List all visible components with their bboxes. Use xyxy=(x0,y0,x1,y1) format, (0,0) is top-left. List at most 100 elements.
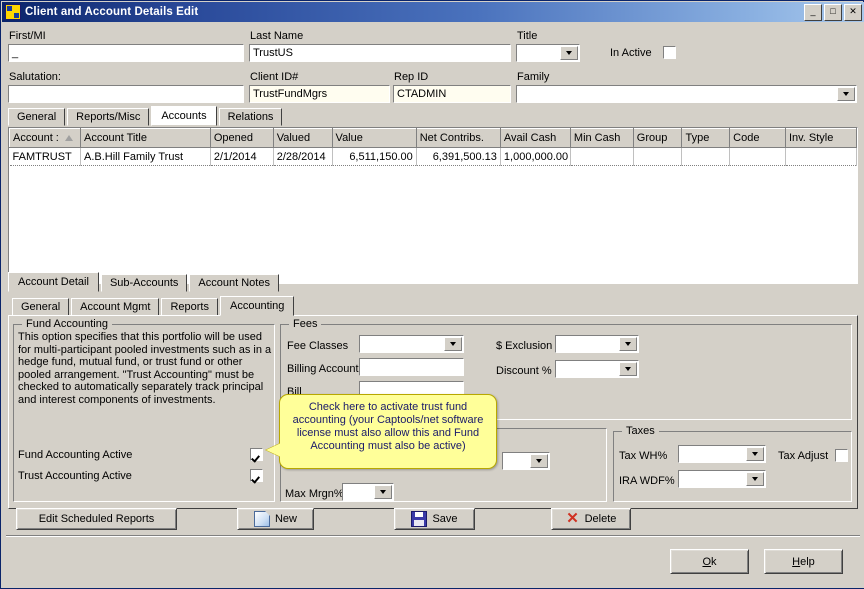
column-header-account-title[interactable]: Account Title xyxy=(81,129,211,148)
sub-tab-general[interactable]: General xyxy=(12,298,69,316)
sub-tab-reports[interactable]: Reports xyxy=(161,298,218,316)
dollar-exclusion-combobox[interactable] xyxy=(555,335,639,353)
column-label: Account : xyxy=(13,132,59,144)
tab-label: Reports xyxy=(170,301,209,313)
discount-pct-combobox[interactable] xyxy=(555,360,639,378)
chevron-down-icon[interactable] xyxy=(746,447,764,461)
sub-tabstrip: General Account Mgmt Reports Accounting xyxy=(12,296,296,316)
tab-label: General xyxy=(21,301,60,313)
edit-scheduled-reports-label: Edit Scheduled Reports xyxy=(39,513,155,525)
title-combobox-value xyxy=(517,45,559,61)
tab-accounts[interactable]: Accounts xyxy=(151,106,216,126)
cell-avail-cash: 1,000,000.00 xyxy=(500,148,570,166)
tax-adjust-checkbox[interactable] xyxy=(835,449,848,462)
column-header-value[interactable]: Value xyxy=(332,129,416,148)
tab-label: Accounts xyxy=(161,110,206,122)
fee-classes-combobox[interactable] xyxy=(359,335,464,353)
taxes-group: Taxes xyxy=(613,431,852,502)
client-area: First/MI _ Salutation: Last Name TrustUS… xyxy=(2,22,864,588)
help-button[interactable]: Help xyxy=(764,549,843,574)
fee-classes-value xyxy=(360,336,443,352)
title-label: Title xyxy=(517,30,537,42)
detail-tabstrip: Account Detail Sub-Accounts Account Note… xyxy=(8,272,281,292)
application-window-root: Client and Account Details Edit _ □ ✕ Fi… xyxy=(0,0,864,589)
max-mrgn-value xyxy=(343,484,373,500)
cell-net-contribs: 6,391,500.13 xyxy=(416,148,500,166)
close-button[interactable]: ✕ xyxy=(844,4,862,21)
billing-account-label: Billing Account xyxy=(287,363,359,375)
chevron-down-icon[interactable] xyxy=(374,485,392,499)
cell-group xyxy=(633,148,682,166)
column-header-group[interactable]: Group xyxy=(633,129,682,148)
in-active-label: In Active xyxy=(610,47,652,59)
tab-account-detail[interactable]: Account Detail xyxy=(8,272,99,292)
chevron-down-icon[interactable] xyxy=(444,337,462,351)
tooltip-pointer-icon xyxy=(266,443,281,457)
column-header-account[interactable]: Account : xyxy=(10,129,81,148)
rep-id-input[interactable]: CTADMIN xyxy=(393,85,511,103)
in-active-checkbox[interactable] xyxy=(663,46,676,59)
title-combobox[interactable] xyxy=(516,44,580,62)
cell-inv-style xyxy=(785,148,856,166)
sub-tab-account-mgmt[interactable]: Account Mgmt xyxy=(71,298,159,316)
first-mi-input[interactable]: _ xyxy=(8,44,244,62)
tab-label: Account Detail xyxy=(18,276,89,288)
fund-accounting-active-label: Fund Accounting Active xyxy=(18,449,132,461)
last-name-label: Last Name xyxy=(250,30,303,42)
column-header-valued[interactable]: Valued xyxy=(273,129,332,148)
minimize-button[interactable]: _ xyxy=(804,4,822,21)
ira-wdf-combobox[interactable] xyxy=(678,470,766,488)
fund-accounting-description: This option specifies that this portfoli… xyxy=(18,331,273,407)
fund-accounting-active-checkbox[interactable] xyxy=(250,448,263,461)
column-header-opened[interactable]: Opened xyxy=(210,129,273,148)
chevron-down-icon[interactable] xyxy=(619,362,637,376)
billing-account-input[interactable] xyxy=(359,358,464,376)
ok-button[interactable]: Ok xyxy=(670,549,749,574)
fee-classes-label: Fee Classes xyxy=(287,340,348,352)
tab-account-notes[interactable]: Account Notes xyxy=(189,274,279,292)
new-button[interactable]: New xyxy=(237,508,314,530)
delete-button[interactable]: ✕ Delete xyxy=(551,508,631,530)
discount-pct-value xyxy=(556,361,618,377)
tab-label: Account Notes xyxy=(198,277,270,289)
tab-reports-misc[interactable]: Reports/Misc xyxy=(67,108,149,126)
table-header-row: Account : Account Title Opened Valued Va… xyxy=(10,129,857,148)
tab-relations[interactable]: Relations xyxy=(219,108,283,126)
chevron-down-icon[interactable] xyxy=(560,46,578,60)
trust-accounting-active-checkbox[interactable] xyxy=(250,469,263,482)
margin-hidden-combobox[interactable] xyxy=(502,452,550,470)
accounts-grid[interactable]: Account : Account Title Opened Valued Va… xyxy=(8,127,858,284)
trust-accounting-tooltip: Check here to activate trust fund accoun… xyxy=(279,394,497,469)
column-header-min-cash[interactable]: Min Cash xyxy=(570,129,633,148)
save-button[interactable]: Save xyxy=(394,508,475,530)
column-header-avail-cash[interactable]: Avail Cash xyxy=(500,129,570,148)
chevron-down-icon[interactable] xyxy=(619,337,637,351)
tab-general[interactable]: General xyxy=(8,108,65,126)
salutation-input[interactable] xyxy=(8,85,244,103)
floppy-disk-icon xyxy=(411,511,427,527)
ira-wdf-label: IRA WDF% xyxy=(619,475,675,487)
column-header-inv-style[interactable]: Inv. Style xyxy=(785,129,856,148)
column-header-net-contribs[interactable]: Net Contribs. xyxy=(416,129,500,148)
last-name-input[interactable]: TrustUS xyxy=(249,44,511,62)
chevron-down-icon[interactable] xyxy=(530,454,548,468)
title-bar[interactable]: Client and Account Details Edit _ □ ✕ xyxy=(2,2,864,22)
family-combobox[interactable] xyxy=(516,85,857,103)
sub-tab-accounting[interactable]: Accounting xyxy=(220,296,294,316)
tab-sub-accounts[interactable]: Sub-Accounts xyxy=(101,274,187,292)
trust-accounting-active-label: Trust Accounting Active xyxy=(18,470,132,482)
app-icon xyxy=(5,4,21,20)
chevron-down-icon[interactable] xyxy=(837,87,855,101)
maximize-button[interactable]: □ xyxy=(824,4,842,21)
table-row[interactable]: FAMTRUST A.B.Hill Family Trust 2/1/2014 … xyxy=(10,148,857,166)
cell-code xyxy=(730,148,786,166)
client-id-input[interactable]: TrustFundMgrs xyxy=(249,85,390,103)
tax-wh-combobox[interactable] xyxy=(678,445,766,463)
column-header-type[interactable]: Type xyxy=(682,129,730,148)
edit-scheduled-reports-button[interactable]: Edit Scheduled Reports xyxy=(16,508,177,530)
column-header-code[interactable]: Code xyxy=(730,129,786,148)
taxes-title: Taxes xyxy=(622,425,659,437)
tab-label: Accounting xyxy=(230,300,284,312)
chevron-down-icon[interactable] xyxy=(746,472,764,486)
max-mrgn-combobox[interactable] xyxy=(342,483,394,501)
